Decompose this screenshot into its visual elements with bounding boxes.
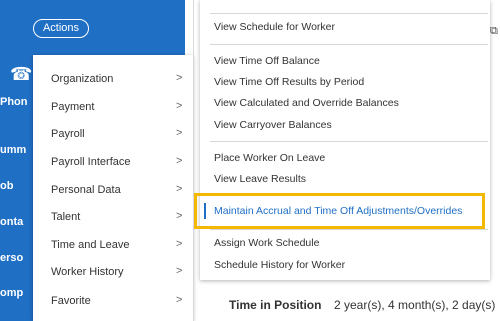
menu-item-label: Payment [51,101,95,113]
separator [210,141,488,142]
highlight-box [194,193,485,229]
chevron-right-icon: > [176,155,183,167]
menu-item-label: Payroll Interface [51,156,131,168]
chevron-right-icon: > [176,100,183,112]
menu-item-label: Time and Leave [51,239,130,251]
menu-item-label: Favorite [51,295,91,307]
submenu-item-calculated-balances[interactable]: View Calculated and Override Balances [214,97,399,109]
time-in-position-label: Time in Position [229,298,322,312]
phone-icon: ☎ [10,64,33,84]
menu-item-label: Talent [51,211,81,223]
time-in-position-value: 2 year(s), 4 month(s), 2 day(s) [334,298,496,312]
submenu-item-carryover-balances[interactable]: View Carryover Balances [214,119,332,131]
menu-item-organization[interactable]: Organization > [33,70,193,90]
separator [210,229,488,230]
submenu-item-assign-schedule[interactable]: Assign Work Schedule [214,237,319,249]
chevron-right-icon: > [176,183,183,195]
menu-item-payroll-interface[interactable]: Payroll Interface > [33,153,193,173]
window-icon[interactable]: ⧉ [490,25,498,38]
submenu-item-view-schedule[interactable]: View Schedule for Worker [214,21,335,33]
chevron-right-icon: > [176,127,183,139]
chevron-right-icon: > [176,265,183,277]
menu-item-personal-data[interactable]: Personal Data > [33,181,193,201]
submenu-item-time-off-results[interactable]: View Time Off Results by Period [214,76,364,88]
menu-item-label: Personal Data [51,184,121,196]
menu-item-favorite[interactable]: Favorite > [33,292,193,312]
chevron-right-icon: > [176,72,183,84]
side-label-phone: Phon [0,96,28,108]
chevron-right-icon: > [176,238,183,250]
time-and-leave-submenu: View Schedule for Worker View Time Off B… [200,0,490,280]
menu-item-talent[interactable]: Talent > [33,208,193,228]
menu-item-payroll[interactable]: Payroll > [33,125,193,145]
menu-item-worker-history[interactable]: Worker History > [33,263,193,283]
submenu-item-view-time-off-balance[interactable]: View Time Off Balance [214,55,320,67]
submenu-item-leave-results[interactable]: View Leave Results [214,173,306,185]
side-label-summary: umm [0,144,27,156]
separator [210,44,488,45]
menu-item-payment[interactable]: Payment > [33,98,193,118]
side-label-job: ob [0,180,14,192]
actions-button[interactable]: Actions [33,19,89,38]
menu-item-label: Organization [51,73,114,85]
menu-item-label: Payroll [51,128,85,140]
menu-item-time-and-leave[interactable]: Time and Leave > [33,236,193,256]
menu-item-label: Worker History [51,266,124,278]
separator [210,13,488,14]
chevron-right-icon: > [176,294,183,306]
submenu-item-schedule-history[interactable]: Schedule History for Worker [214,259,345,271]
side-label-compensation: omp [0,287,24,299]
side-label-personal: erso [0,252,24,264]
submenu-item-place-on-leave[interactable]: Place Worker On Leave [214,152,325,164]
menu-divider [193,0,194,321]
actions-menu: Organization > Payment > Payroll > Payro… [33,55,193,321]
side-label-contact: onta [0,216,24,228]
chevron-right-icon: > [176,210,183,222]
